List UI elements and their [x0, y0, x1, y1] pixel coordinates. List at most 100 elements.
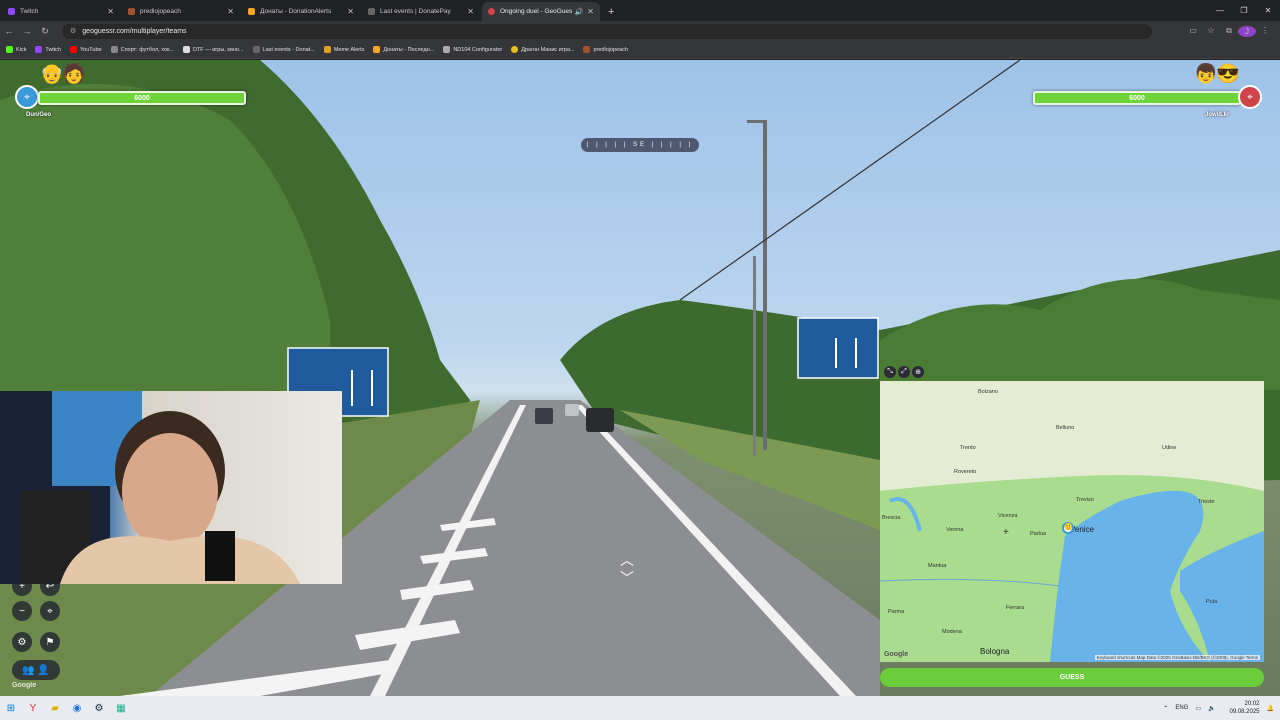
forward-icon[interactable]: → — [18, 26, 36, 36]
profile-avatar[interactable]: J — [1238, 25, 1256, 37]
map-city-label: Mantua — [928, 563, 947, 569]
bookmark-label: Донаты - Последн... — [383, 46, 435, 53]
twitch-icon — [8, 8, 15, 15]
close-tab-icon[interactable]: ✕ — [107, 7, 114, 16]
guess-button[interactable]: GUESS — [880, 668, 1264, 687]
extensions-icon[interactable]: ⧉ — [1220, 26, 1238, 37]
tray-chevron-icon[interactable]: ⌃ — [1163, 705, 1168, 712]
zoom-out-button[interactable]: − — [12, 601, 32, 621]
player-avatar: 🧑 — [62, 64, 86, 85]
window-controls: — ❐ ✕ — [1208, 0, 1280, 20]
bookmark-label: Last events - Donat... — [262, 46, 315, 53]
bookmarks-bar: Kick Twitch YouTube Спорт: футбол, хок..… — [0, 41, 1280, 59]
tab-strip: Twitch ✕ predlojopeach ✕ Донаты - Donation… — [0, 0, 1280, 21]
tab-twitch[interactable]: Twitch ✕ — [2, 2, 120, 21]
network-icon[interactable]: ▭ — [1195, 705, 1201, 712]
bookmark-item[interactable]: Last events - Donat... — [252, 46, 315, 53]
file-explorer-icon[interactable]: ▰ — [44, 703, 66, 714]
new-tab-button[interactable]: + — [608, 2, 614, 21]
bookmark-label: Kick — [16, 46, 27, 53]
health-value: 6000 — [134, 94, 150, 102]
browser-toolbar: ← → ↻ ⚙ geoguessr.com/multiplayer/teams … — [0, 21, 1280, 41]
cast-icon[interactable]: ▭ — [1184, 26, 1202, 37]
bookmark-label: ND104 Configurator — [453, 46, 503, 53]
tab-donationalerts[interactable]: Донаты - DonationAlerts ✕ — [242, 2, 360, 21]
bookmark-star-icon[interactable]: ☆ — [1202, 26, 1220, 37]
volume-icon[interactable]: 🔈 — [1208, 705, 1215, 712]
bookmark-item[interactable]: Kick — [6, 46, 26, 53]
bookmark-item[interactable]: predlojopeach — [583, 46, 628, 53]
chrome-icon[interactable]: ◉ — [66, 703, 88, 714]
donatepay-icon — [368, 8, 375, 15]
map-shrink-icon[interactable]: ⤢ — [898, 366, 910, 378]
close-tab-icon[interactable]: ✕ — [587, 7, 594, 16]
yandex-icon[interactable]: Y — [22, 703, 44, 714]
speaker-icon[interactable]: 🔊 — [575, 8, 584, 16]
tab-predlojopeach[interactable]: predlojopeach ✕ — [122, 2, 240, 21]
address-bar[interactable]: ⚙ geoguessr.com/multiplayer/teams — [62, 23, 1152, 39]
language-indicator[interactable]: ENG — [1175, 705, 1188, 711]
minimize-icon[interactable]: — — [1208, 0, 1232, 20]
bookmark-item[interactable]: Спорт: футбол, хок... — [110, 46, 174, 53]
teammate-guess-pin[interactable]: 🙂 — [1062, 522, 1074, 534]
team-chat-button[interactable]: 👥 👤 — [12, 660, 60, 680]
map-city-label: Vicenza — [998, 513, 1018, 519]
windows-start-icon[interactable]: ⊞ — [0, 703, 22, 714]
health-value: 6000 — [1129, 94, 1145, 102]
close-window-icon[interactable]: ✕ — [1256, 0, 1280, 20]
dragon-icon — [511, 46, 519, 53]
team-health-bar: 6000 — [1033, 91, 1241, 105]
team-pin-icon: ⌖ — [15, 85, 39, 109]
close-tab-icon[interactable]: ✕ — [467, 7, 474, 16]
map-attribution: Keyboard shortcuts Map Data ©2025 GeoBas… — [1094, 655, 1260, 660]
tab-favicon — [128, 8, 135, 15]
player-avatar: 👦 — [1194, 64, 1218, 85]
bookmark-item[interactable]: Драгон Манис игра... — [511, 46, 574, 53]
move-forward-arrow[interactable]: ︿ — [620, 550, 634, 570]
tab-title: predlojopeach — [140, 8, 181, 15]
guess-map[interactable]: Bolzano Trento Verona Vicenza Padua Veni… — [880, 381, 1264, 662]
bookmark-label: DTF — игры, кино... — [192, 46, 244, 53]
steam-icon[interactable]: ⚙ — [88, 703, 110, 714]
map-city-label: Trieste — [1198, 499, 1215, 505]
map-city-label: Verona — [946, 527, 964, 533]
reload-icon[interactable]: ↻ — [36, 26, 54, 37]
notification-bell-icon[interactable]: 🔔 — [1267, 705, 1274, 712]
bookmark-label: Meme Alerts — [333, 46, 365, 53]
bookmark-favicon — [583, 46, 591, 53]
bookmark-item[interactable]: Twitch — [35, 46, 61, 53]
map-city-label: Bologna — [980, 647, 1010, 656]
site-info-icon[interactable]: ⚙ — [70, 27, 76, 35]
team-name: Dun/Geo — [26, 112, 51, 118]
bookmark-item[interactable]: Meme Alerts — [323, 46, 365, 53]
map-tools: ⤡ ⤢ ⊕ — [884, 366, 926, 378]
address-text: geoguessr.com/multiplayer/teams — [82, 27, 187, 35]
team-name: Jowi/Lkr — [1205, 112, 1230, 118]
map-expand-icon[interactable]: ⤡ — [884, 366, 896, 378]
bookmark-item[interactable]: DTF — игры, кино... — [182, 46, 244, 53]
close-tab-icon[interactable]: ✕ — [227, 7, 234, 16]
bookmark-item[interactable]: YouTube — [69, 46, 102, 53]
close-tab-icon[interactable]: ✕ — [347, 7, 354, 16]
maximize-icon[interactable]: ❐ — [1232, 0, 1256, 20]
map-terrain — [880, 381, 1264, 662]
tab-title: Twitch — [20, 8, 39, 15]
move-back-arrow[interactable]: ﹀ — [620, 568, 634, 588]
return-to-start-icon[interactable]: ⌖ — [40, 601, 60, 621]
back-icon[interactable]: ← — [0, 26, 18, 36]
app-icon[interactable]: ▦ — [110, 703, 132, 714]
flag-icon[interactable]: ⚑ — [40, 632, 60, 652]
settings-gear-icon[interactable]: ⚙ — [12, 632, 32, 652]
tab-donatepay[interactable]: Last events | DonatePay ✕ — [362, 2, 480, 21]
configurator-icon — [443, 46, 451, 53]
tab-title: Донаты - DonationAlerts — [260, 8, 332, 15]
geoguessr-pin-icon — [488, 8, 495, 15]
map-city-label: Udine — [1162, 445, 1177, 451]
map-pin-toggle-icon[interactable]: ⊕ — [912, 366, 924, 378]
clock[interactable]: 20:02 09.08.2025 — [1222, 700, 1259, 716]
menu-icon[interactable]: ⋮ — [1256, 26, 1274, 37]
bookmark-item[interactable]: Донаты - Последн... — [373, 46, 434, 53]
tab-geoguessr[interactable]: Ongoing duel - GeoGuessr 🔊 ✕ — [482, 2, 600, 21]
bookmark-item[interactable]: ND104 Configurator — [443, 46, 502, 53]
player-avatar: 😎 — [1216, 64, 1240, 85]
